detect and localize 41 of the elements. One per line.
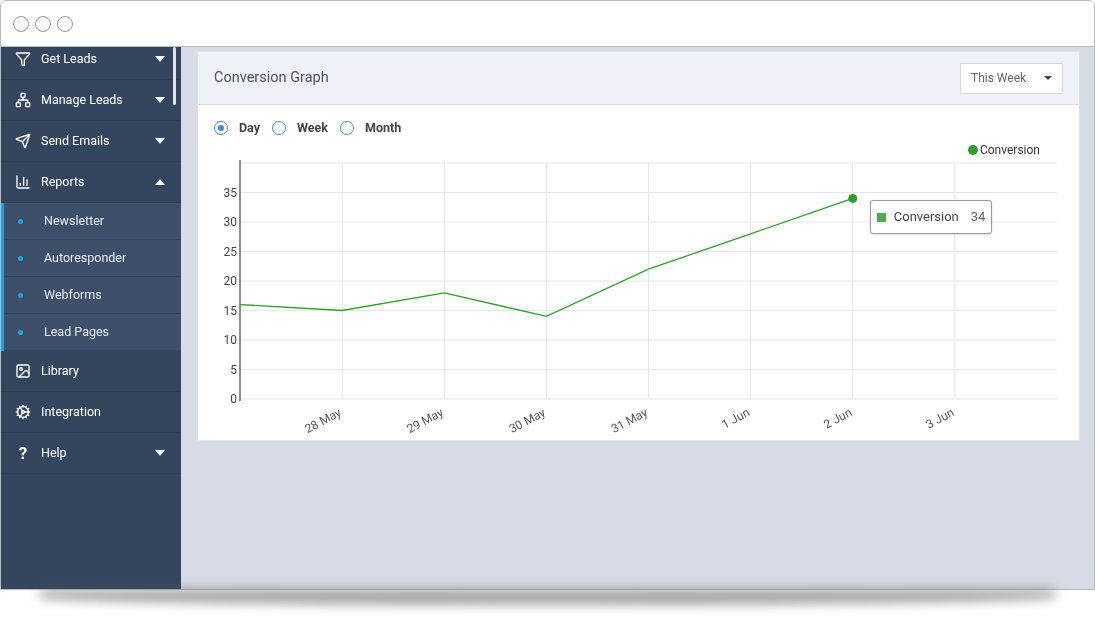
period-radio[interactable]: Day	[214, 119, 260, 138]
y-tick-label: 30	[223, 214, 237, 229]
funnel-icon	[15, 51, 31, 67]
y-tick-label: 25	[223, 244, 237, 259]
caret-icon	[1044, 76, 1052, 80]
period-dropdown[interactable]: This Week	[960, 62, 1063, 94]
window-control-icon[interactable]	[57, 15, 73, 32]
hierarchy-icon	[15, 92, 31, 108]
period-radio[interactable]: Month	[339, 119, 402, 138]
x-tick-label: 29 May	[404, 405, 446, 436]
window-control-icon[interactable]	[13, 15, 29, 32]
period-radio[interactable]: Week	[272, 119, 328, 138]
y-tick-label: 0	[230, 391, 237, 406]
y-tick-label: 10	[223, 332, 237, 347]
send-icon	[15, 133, 31, 149]
tooltip-label: Conversion	[893, 208, 959, 227]
legend-label: Conversion	[979, 141, 1040, 159]
y-tick-label: 35	[223, 185, 237, 200]
y-tick-label: 15	[223, 303, 237, 318]
x-tick-label: 1 Jun	[719, 405, 753, 432]
bullet-icon	[18, 218, 23, 224]
x-tick-label: 3 Jun	[923, 405, 957, 432]
bullet-icon	[18, 329, 23, 335]
tooltip-value: 34	[970, 208, 986, 227]
card-title: Conversion Graph	[214, 68, 329, 89]
series-swatch-icon	[876, 212, 886, 222]
help-icon: ?	[15, 444, 31, 462]
scrollbar-thumb[interactable]	[173, 47, 176, 105]
gears-icon	[15, 404, 31, 420]
image-icon	[15, 363, 31, 379]
x-tick-label: 31 May	[608, 405, 650, 436]
x-tick-label: 2 Jun	[821, 405, 855, 432]
bar-chart-icon	[15, 174, 31, 190]
window-control-icon[interactable]	[35, 15, 51, 32]
bullet-icon	[18, 292, 23, 298]
y-tick-label: 20	[223, 273, 237, 288]
y-tick-label: 5	[230, 362, 237, 377]
x-tick-label: 28 May	[302, 405, 344, 436]
highlighted-point	[848, 193, 858, 203]
x-tick-label: 30 May	[506, 405, 548, 436]
bullet-icon	[18, 255, 23, 261]
